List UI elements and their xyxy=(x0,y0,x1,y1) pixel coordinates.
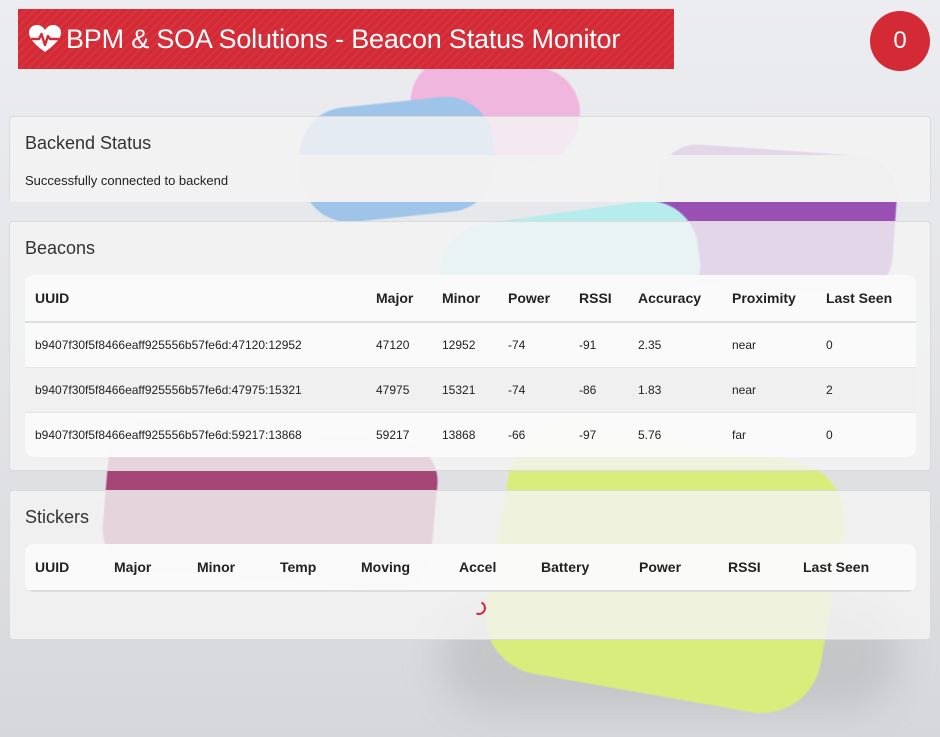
column-header[interactable]: Minor xyxy=(187,544,270,592)
uuid-cell: b9407f30f5f8466eaff925556b57fe6d:47975:1… xyxy=(25,366,366,412)
column-header[interactable]: Accuracy xyxy=(628,275,722,323)
column-header[interactable]: Power xyxy=(629,544,718,592)
last-seen-cell: 0 xyxy=(826,337,833,352)
uuid-cell: b9407f30f5f8466eaff925556b57fe6d:59217:1… xyxy=(25,411,366,457)
beacons-table: UUID Major Minor Power RSSI Accuracy Pro… xyxy=(25,275,916,457)
beacons-table-container: UUID Major Minor Power RSSI Accuracy Pro… xyxy=(25,275,916,457)
notification-count: 0 xyxy=(893,27,907,54)
minor-cell: 15321 xyxy=(432,366,498,412)
column-header[interactable]: UUID xyxy=(25,544,104,592)
accuracy-cell: 1.83 xyxy=(628,366,722,412)
table-row: b9407f30f5f8466eaff925556b57fe6d:59217:1… xyxy=(25,411,916,457)
accuracy-cell: 5.76 xyxy=(628,411,722,457)
major-cell: 47975 xyxy=(366,366,432,412)
column-header[interactable]: RSSI xyxy=(569,275,628,323)
stickers-title: Stickers xyxy=(25,507,90,527)
stickers-panel: Stickers UUID Major Minor Temp Moving Ac… xyxy=(9,490,931,640)
accuracy-cell: 2.35 xyxy=(638,337,662,352)
column-header[interactable]: Major xyxy=(104,544,187,592)
uuid-cell: b9407f30f5f8466eaff925556b57fe6d:47120:1… xyxy=(35,337,302,352)
backend-status-title: Backend Status xyxy=(25,133,152,153)
last-seen-cell: 2 xyxy=(816,366,916,412)
table-row: b9407f30f5f8466eaff925556b57fe6d:47975:1… xyxy=(25,366,916,412)
heartbeat-icon xyxy=(29,25,61,52)
app-title-bar: BPM & SOA Solutions - Beacon Status Moni… xyxy=(18,9,674,69)
last-seen-cell: 0 xyxy=(816,411,916,457)
beacons-header-row: UUID Major Minor Power RSSI Accuracy Pro… xyxy=(25,275,916,323)
power-cell: -66 xyxy=(498,411,569,457)
notification-count-badge[interactable]: 0 xyxy=(870,11,930,71)
backend-status-message: Successfully connected to backend xyxy=(25,173,229,188)
beacons-title: Beacons xyxy=(25,238,96,258)
stickers-header-row: UUID Major Minor Temp Moving Accel Batte… xyxy=(25,544,916,592)
power-cell: -74 xyxy=(508,337,526,352)
proximity-cell: far xyxy=(722,411,816,457)
column-header[interactable]: Temp xyxy=(270,544,351,592)
column-header[interactable]: Last Seen xyxy=(816,275,916,323)
proximity-cell: near xyxy=(732,337,757,352)
column-header[interactable]: Major xyxy=(366,275,432,323)
column-header[interactable]: RSSI xyxy=(718,544,793,592)
column-header[interactable]: Moving xyxy=(351,544,449,592)
beacons-panel: Beacons UUID Major Minor Power RSSI Accu… xyxy=(9,221,931,471)
column-header[interactable]: UUID xyxy=(25,275,366,323)
proximity-cell: near xyxy=(722,366,816,412)
rssi-cell: -97 xyxy=(569,411,628,457)
stickers-table-container: UUID Major Minor Temp Moving Accel Batte… xyxy=(25,544,916,592)
power-cell: -74 xyxy=(498,366,569,412)
minor-cell: 12952 xyxy=(442,337,476,352)
table-row: b9407f30f5f8466eaff925556b57fe6d:47120:1… xyxy=(25,322,916,367)
minor-cell: 13868 xyxy=(432,411,498,457)
page-title: BPM & SOA Solutions - Beacon Status Moni… xyxy=(66,23,621,54)
column-header[interactable]: Minor xyxy=(432,275,498,323)
backend-status-panel: Backend Status Successfully connected to… xyxy=(9,116,931,202)
stickers-table: UUID Major Minor Temp Moving Accel Batte… xyxy=(25,544,916,592)
major-cell: 59217 xyxy=(366,411,432,457)
column-header[interactable]: Battery xyxy=(531,544,629,592)
rssi-cell: -86 xyxy=(569,366,628,412)
column-header[interactable]: Accel xyxy=(449,544,531,592)
column-header[interactable]: Last Seen xyxy=(793,544,916,592)
column-header[interactable]: Power xyxy=(498,275,569,323)
spinner-icon xyxy=(470,599,488,617)
rssi-cell: -91 xyxy=(579,337,597,352)
major-cell: 47120 xyxy=(376,337,410,352)
column-header[interactable]: Proximity xyxy=(722,275,816,323)
